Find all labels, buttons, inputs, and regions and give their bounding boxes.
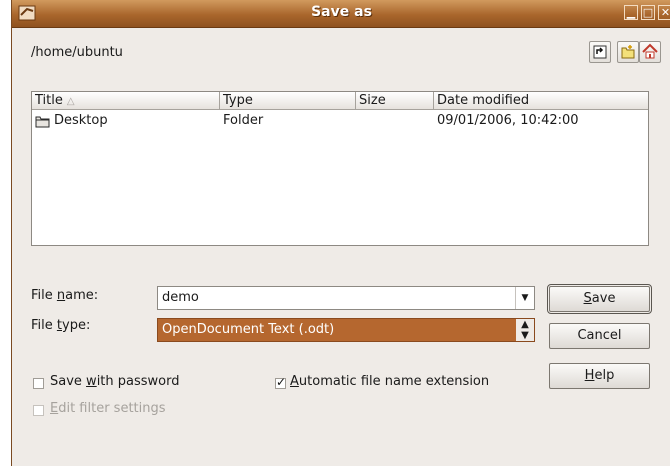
- column-header-title[interactable]: Title △: [32, 92, 220, 110]
- row-title: Desktop: [54, 113, 108, 128]
- file-name-dropdown-button[interactable]: ▼: [515, 287, 534, 309]
- automatic-extension-checkbox[interactable]: ✓: [275, 375, 287, 389]
- title-bar[interactable]: Save as ▁ □ ✕: [12, 0, 670, 28]
- folder-icon: [35, 116, 50, 128]
- window-title: Save as: [311, 4, 372, 20]
- column-header-date[interactable]: Date modified: [434, 92, 648, 110]
- save-button[interactable]: Save: [547, 284, 652, 314]
- chevron-down-icon: ▼: [521, 293, 529, 303]
- row-type: Folder: [223, 113, 264, 128]
- current-path: /home/ubuntu: [31, 45, 123, 60]
- file-type-select[interactable]: OpenDocument Text (.odt) ▲ ▼: [157, 318, 535, 342]
- file-type-dropdown-button[interactable]: ▲ ▼: [516, 319, 534, 341]
- chevron-updown-icon: ▲ ▼: [521, 319, 529, 341]
- save-with-password-checkbox[interactable]: [33, 378, 44, 389]
- save-as-dialog: Save as ▁ □ ✕ /home/ubuntu Title△ Type: [11, 0, 670, 466]
- file-list[interactable]: Title △ Type Size Date modified Desktop F…: [31, 91, 649, 246]
- column-header-type[interactable]: Type: [220, 92, 356, 110]
- file-type-label: File type:: [31, 318, 91, 333]
- column-size-label: Size: [359, 93, 386, 108]
- file-name-input[interactable]: demo: [162, 290, 199, 305]
- up-one-level-button[interactable]: [589, 41, 611, 63]
- home-button[interactable]: [639, 41, 661, 63]
- maximize-button[interactable]: □: [641, 5, 655, 20]
- home-icon: [642, 43, 658, 59]
- edit-filter-settings-checkbox: [33, 405, 44, 416]
- close-icon: ✕: [660, 6, 670, 19]
- minimize-button[interactable]: ▁: [624, 5, 638, 20]
- close-button[interactable]: ✕: [658, 5, 670, 20]
- maximize-icon: □: [642, 6, 654, 19]
- help-button[interactable]: Help: [549, 363, 650, 389]
- edit-filter-settings-label: Edit filter settings: [50, 401, 166, 416]
- checkmark-icon: ✓: [276, 375, 287, 389]
- column-type-label: Type: [223, 93, 253, 108]
- column-title-label: Title: [35, 93, 63, 108]
- save-with-password-label: Save with password: [50, 374, 180, 389]
- row-date: 09/01/2006, 10:42:00: [437, 113, 579, 128]
- up-folder-icon: [593, 45, 607, 59]
- file-name-combobox[interactable]: demo ▼: [157, 286, 535, 310]
- sort-ascending-icon: △: [66, 96, 75, 107]
- minimize-icon: ▁: [626, 6, 636, 19]
- new-folder-icon: [621, 45, 635, 59]
- new-folder-button[interactable]: [617, 41, 639, 63]
- column-header-size[interactable]: Size: [356, 92, 434, 110]
- file-name-label: File name:: [31, 288, 99, 303]
- cancel-button[interactable]: Cancel: [549, 323, 650, 349]
- column-date-label: Date modified: [437, 93, 530, 108]
- automatic-extension-label: Automatic file name extension: [290, 374, 490, 389]
- file-type-value: OpenDocument Text (.odt): [162, 322, 335, 337]
